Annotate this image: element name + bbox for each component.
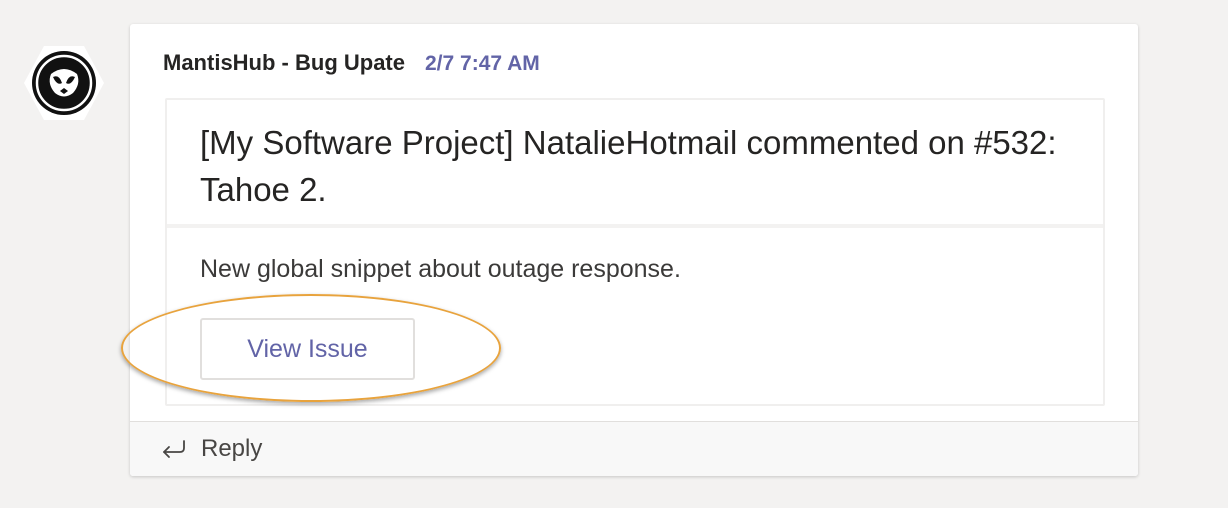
adaptive-card: [My Software Project] NatalieHotmail com… — [165, 98, 1105, 406]
message-card: MantisHub - Bug Upate 2/7 7:47 AM [My So… — [130, 24, 1138, 476]
view-issue-button[interactable]: View Issue — [200, 318, 415, 380]
message-header: MantisHub - Bug Upate 2/7 7:47 AM — [163, 50, 540, 76]
reply-label: Reply — [201, 435, 263, 462]
reply-bar[interactable]: Reply — [130, 421, 1138, 476]
reply-arrow-icon — [160, 439, 186, 459]
card-body-text: New global snippet about outage response… — [200, 255, 681, 283]
mantis-logo-icon — [32, 51, 96, 115]
sender-name[interactable]: MantisHub - Bug Upate — [163, 50, 405, 76]
card-title: [My Software Project] NatalieHotmail com… — [167, 100, 1103, 228]
bot-avatar[interactable] — [24, 46, 104, 120]
message-timestamp: 2/7 7:47 AM — [425, 52, 540, 75]
